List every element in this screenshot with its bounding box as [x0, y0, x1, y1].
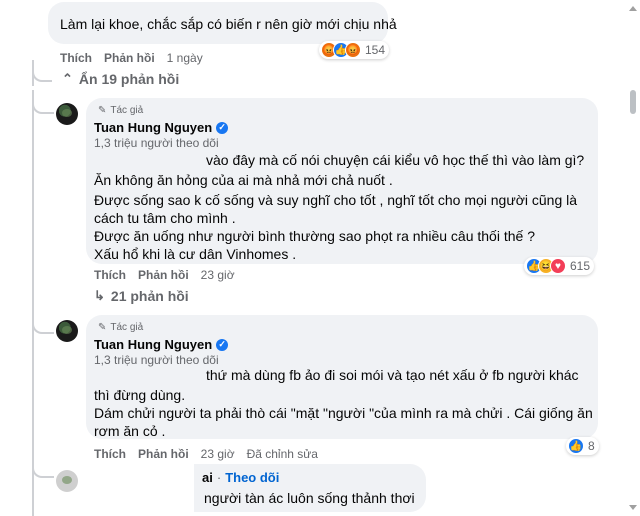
reply-button[interactable]: Phản hồi — [104, 51, 155, 65]
view-replies-button[interactable]: ↳ 21 phản hồi — [94, 288, 189, 304]
thread-curve — [32, 90, 54, 114]
author-name[interactable]: Tuan Hung Nguyen ✓ — [94, 337, 229, 352]
thread-curve — [32, 298, 54, 334]
avatar[interactable] — [56, 470, 78, 492]
author-icon: ✎ — [98, 105, 107, 116]
reply-text-line: Ăn không ăn hỏng của ai mà nhả mới chả n… — [94, 172, 393, 188]
like-icon: 👍 — [568, 438, 584, 454]
reply-text-line: vào đây mà cố nói chuyện cái kiểu vô học… — [206, 152, 585, 168]
like-button[interactable]: Thích — [94, 447, 126, 461]
avatar[interactable] — [56, 103, 78, 125]
reply-text-line: rơm ăn cỏ . — [94, 423, 166, 439]
scroll-thumb[interactable] — [630, 90, 636, 114]
edited-label: Đã chỉnh sửa — [246, 447, 318, 461]
author-badge-label: Tác giả — [110, 322, 144, 333]
reply-text-line: Dám chửi người ta phải thò cái "mặt "ngư… — [94, 405, 593, 421]
like-button[interactable]: Thích — [94, 268, 126, 282]
scroll-down-arrow-icon[interactable] — [629, 505, 637, 510]
reaction-summary[interactable]: 😡 👍 😡 154 — [319, 41, 390, 59]
author-name-label: Tuan Hung Nguyen — [94, 120, 213, 135]
reply-text-line: người tàn ác luôn sống thảnh thơi — [204, 490, 415, 506]
reaction-summary[interactable]: 👍 8 — [566, 437, 599, 455]
author-name-label: ai — [202, 470, 213, 485]
reply-bubble: ai · Theo dõi người tàn ác luôn sống thả… — [86, 464, 426, 512]
angry-icon: 😡 — [345, 42, 361, 58]
verified-icon: ✓ — [216, 121, 229, 134]
redacted-area — [86, 464, 194, 512]
reply-button[interactable]: Phản hồi — [138, 268, 189, 282]
thread-curve — [32, 60, 52, 82]
reply-actions: Thích Phản hồi 23 giờ — [94, 268, 235, 282]
author-name[interactable]: ai · Theo dõi — [202, 470, 279, 485]
author-badge-label: Tác giả — [110, 105, 144, 116]
reaction-count: 8 — [588, 439, 595, 453]
scroll-up-arrow-icon[interactable] — [629, 6, 637, 11]
reaction-count: 615 — [570, 259, 591, 273]
author-badge: ✎ Tác giả — [98, 105, 143, 116]
reply-bubble: ✎ Tác giả Tuan Hung Nguyen ✓ 1,3 triệu n… — [86, 98, 598, 264]
comment-bubble: Làm lại khoe, chắc sắp có biến r nên giờ… — [48, 2, 397, 44]
reply-button[interactable]: Phản hồi — [138, 447, 189, 461]
reply-bubble: ✎ Tác giả Tuan Hung Nguyen ✓ 1,3 triệu n… — [86, 315, 598, 439]
chevron-up-icon: ⌃ — [62, 71, 73, 86]
scrollbar[interactable] — [628, 0, 638, 516]
verified-icon: ✓ — [216, 338, 229, 351]
timestamp[interactable]: 1 ngày — [167, 51, 203, 65]
timestamp[interactable]: 23 giờ — [201, 268, 235, 282]
follower-count: 1,3 triệu người theo dõi — [94, 353, 219, 367]
reply-text-line: Xấu hổ khi là cư dân Vinhomes . — [94, 246, 297, 262]
reply-text-line: thứ mà dùng fb ảo đi soi mói và tạo nét … — [206, 367, 579, 383]
reply-text-line: cách tu tâm cho mình . — [94, 210, 236, 226]
view-replies-label: 21 phản hồi — [110, 288, 189, 304]
reply-text-line: thì đừng dùng. — [94, 387, 186, 403]
reply-actions: Thích Phản hồi 23 giờ Đã chỉnh sửa — [94, 447, 318, 461]
avatar[interactable] — [56, 320, 78, 342]
follower-count: 1,3 triệu người theo dõi — [94, 136, 219, 150]
hide-replies-label: Ẩn 19 phản hồi — [78, 71, 180, 87]
reply-arrow-icon: ↳ — [94, 288, 105, 303]
thread-curve — [32, 440, 54, 478]
comment-actions: Thích Phản hồi 1 ngày — [60, 51, 203, 65]
hide-replies-button[interactable]: ⌃ Ẩn 19 phản hồi — [62, 71, 179, 87]
timestamp[interactable]: 23 giờ — [201, 447, 235, 461]
love-icon: ♥ — [550, 258, 566, 274]
reply-text-line: Được sống sao k cố sống và suy nghĩ cho … — [94, 192, 578, 208]
reaction-summary[interactable]: 👍 😆 ♥ 615 — [524, 257, 595, 275]
like-button[interactable]: Thích — [60, 51, 92, 65]
author-name-label: Tuan Hung Nguyen — [94, 337, 213, 352]
author-badge: ✎ Tác giả — [98, 322, 143, 333]
comment-text: Làm lại khoe, chắc sắp có biến r nên giờ… — [60, 16, 397, 32]
reply-text-line: Được ăn uống như người bình thường sao p… — [94, 228, 535, 244]
reaction-count: 154 — [365, 43, 386, 57]
author-name[interactable]: Tuan Hung Nguyen ✓ — [94, 120, 229, 135]
separator: · — [216, 470, 222, 485]
follow-button[interactable]: Theo dõi — [225, 470, 279, 485]
author-icon: ✎ — [98, 322, 107, 333]
